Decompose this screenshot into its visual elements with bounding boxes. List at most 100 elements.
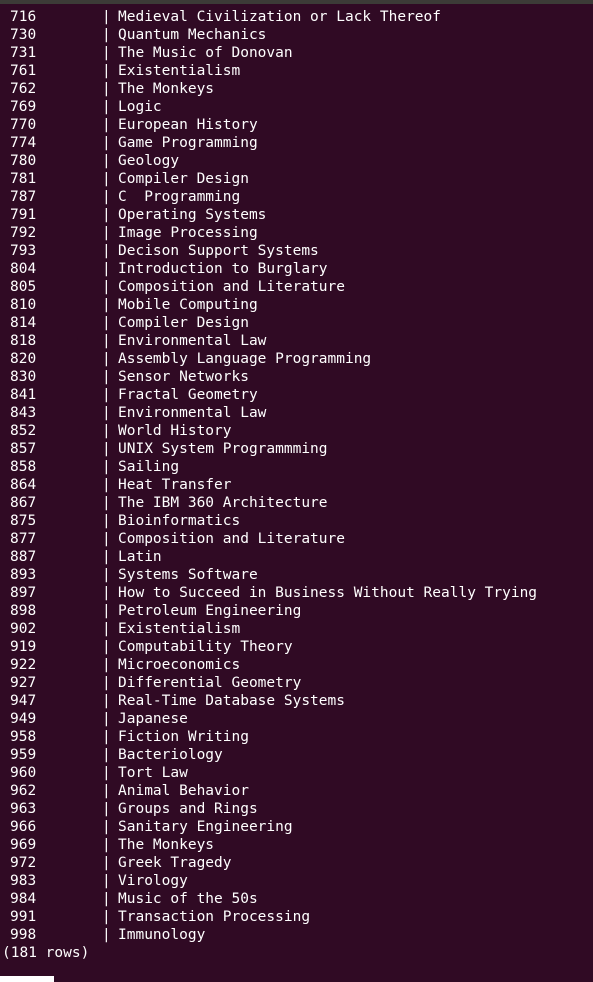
course-id-cell: 998 bbox=[10, 927, 37, 943]
course-id-cell: 919 bbox=[10, 639, 37, 655]
table-row: 793 | Decison Support Systems bbox=[10, 242, 593, 260]
course-id-cell: 958 bbox=[10, 729, 37, 745]
course-id-cell: 792 bbox=[10, 225, 37, 241]
course-title-cell: Introduction to Burglary bbox=[118, 261, 328, 277]
course-id-cell: 991 bbox=[10, 909, 37, 925]
course-title-cell: Groups and Rings bbox=[118, 801, 258, 817]
course-title-cell: Composition and Literature bbox=[118, 531, 345, 547]
column-separator: | bbox=[102, 711, 111, 727]
course-id-cell: 814 bbox=[10, 315, 37, 331]
table-row: 983 | Virology bbox=[10, 872, 593, 890]
column-separator: | bbox=[102, 603, 111, 619]
table-row: 962 | Animal Behavior bbox=[10, 782, 593, 800]
table-row: 947 | Real-Time Database Systems bbox=[10, 692, 593, 710]
row-count-footer: (181 rows) bbox=[2, 945, 90, 961]
column-separator: | bbox=[102, 207, 111, 223]
column-separator: | bbox=[102, 243, 111, 259]
column-separator: | bbox=[102, 297, 111, 313]
course-title-cell: The Monkeys bbox=[118, 81, 215, 97]
course-title-cell: Bacteriology bbox=[118, 747, 223, 763]
table-row: 893 | Systems Software bbox=[10, 566, 593, 584]
column-separator: | bbox=[102, 135, 111, 151]
table-row: 991 | Transaction Processing bbox=[10, 908, 593, 926]
query-result-rows: 716 | Medieval Civilization or Lack Thereo… bbox=[10, 8, 593, 944]
course-title-cell: Heat Transfer bbox=[118, 477, 232, 493]
course-id-cell: 770 bbox=[10, 117, 37, 133]
column-separator: | bbox=[102, 639, 111, 655]
column-separator: | bbox=[102, 747, 111, 763]
table-row: 830 | Sensor Networks bbox=[10, 368, 593, 386]
column-separator: | bbox=[102, 765, 111, 781]
column-separator: | bbox=[102, 423, 111, 439]
course-title-cell: C Programming bbox=[118, 189, 241, 205]
course-title-cell: Differential Geometry bbox=[118, 675, 302, 691]
table-row: 781 | Compiler Design bbox=[10, 170, 593, 188]
course-id-cell: 716 bbox=[10, 9, 37, 25]
course-title-cell: Fractal Geometry bbox=[118, 387, 258, 403]
course-id-cell: 966 bbox=[10, 819, 37, 835]
table-row: 877 | Composition and Literature bbox=[10, 530, 593, 548]
table-row: 843 | Environmental Law bbox=[10, 404, 593, 422]
table-row: 875 | Bioinformatics bbox=[10, 512, 593, 530]
course-title-cell: Virology bbox=[118, 873, 188, 889]
course-id-cell: 769 bbox=[10, 99, 37, 115]
column-separator: | bbox=[102, 153, 111, 169]
column-separator: | bbox=[102, 477, 111, 493]
column-separator: | bbox=[102, 99, 111, 115]
course-title-cell: Computability Theory bbox=[118, 639, 293, 655]
terminal-window[interactable]: 716 | Medieval Civilization or Lack Thereo… bbox=[0, 0, 593, 982]
course-id-cell: 761 bbox=[10, 63, 37, 79]
column-separator: | bbox=[102, 909, 111, 925]
table-row: 818 | Environmental Law bbox=[10, 332, 593, 350]
table-row: 898 | Petroleum Engineering bbox=[10, 602, 593, 620]
column-separator: | bbox=[102, 621, 111, 637]
course-id-cell: 791 bbox=[10, 207, 37, 223]
table-row: 998 | Immunology bbox=[10, 926, 593, 944]
column-separator: | bbox=[102, 549, 111, 565]
column-separator: | bbox=[102, 387, 111, 403]
course-id-cell: 867 bbox=[10, 495, 37, 511]
column-separator: | bbox=[102, 441, 111, 457]
table-row: 927 | Differential Geometry bbox=[10, 674, 593, 692]
course-id-cell: 983 bbox=[10, 873, 37, 889]
course-title-cell: Medieval Civilization or Lack Thereof bbox=[118, 9, 442, 25]
course-title-cell: Compiler Design bbox=[118, 315, 249, 331]
column-separator: | bbox=[102, 459, 111, 475]
table-row: 959 | Bacteriology bbox=[10, 746, 593, 764]
table-row: 969 | The Monkeys bbox=[10, 836, 593, 854]
table-row: 972 | Greek Tragedy bbox=[10, 854, 593, 872]
course-title-cell: Systems Software bbox=[118, 567, 258, 583]
course-id-cell: 927 bbox=[10, 675, 37, 691]
column-separator: | bbox=[102, 675, 111, 691]
course-id-cell: 902 bbox=[10, 621, 37, 637]
table-row: 814 | Compiler Design bbox=[10, 314, 593, 332]
table-row: 864 | Heat Transfer bbox=[10, 476, 593, 494]
course-title-cell: Logic bbox=[118, 99, 162, 115]
table-row: 852 | World History bbox=[10, 422, 593, 440]
course-title-cell: Animal Behavior bbox=[118, 783, 249, 799]
course-title-cell: Operating Systems bbox=[118, 207, 267, 223]
column-separator: | bbox=[102, 657, 111, 673]
course-id-cell: 893 bbox=[10, 567, 37, 583]
course-title-cell: Music of the 50s bbox=[118, 891, 258, 907]
table-row: 770 | European History bbox=[10, 116, 593, 134]
column-separator: | bbox=[102, 117, 111, 133]
course-id-cell: 947 bbox=[10, 693, 37, 709]
column-separator: | bbox=[102, 225, 111, 241]
course-id-cell: 810 bbox=[10, 297, 37, 313]
column-separator: | bbox=[102, 873, 111, 889]
course-id-cell: 730 bbox=[10, 27, 37, 43]
course-title-cell: Assembly Language Programming bbox=[118, 351, 372, 367]
table-row: 761 | Existentialism bbox=[10, 62, 593, 80]
course-title-cell: The Music of Donovan bbox=[118, 45, 293, 61]
table-row: 902 | Existentialism bbox=[10, 620, 593, 638]
terminal-cursor bbox=[0, 976, 54, 982]
table-row: 858 | Sailing bbox=[10, 458, 593, 476]
course-title-cell: Japanese bbox=[118, 711, 188, 727]
table-row: 792 | Image Processing bbox=[10, 224, 593, 242]
course-title-cell: Real-Time Database Systems bbox=[118, 693, 345, 709]
course-title-cell: Quantum Mechanics bbox=[118, 27, 267, 43]
course-title-cell: European History bbox=[118, 117, 258, 133]
course-id-cell: 962 bbox=[10, 783, 37, 799]
column-separator: | bbox=[102, 513, 111, 529]
